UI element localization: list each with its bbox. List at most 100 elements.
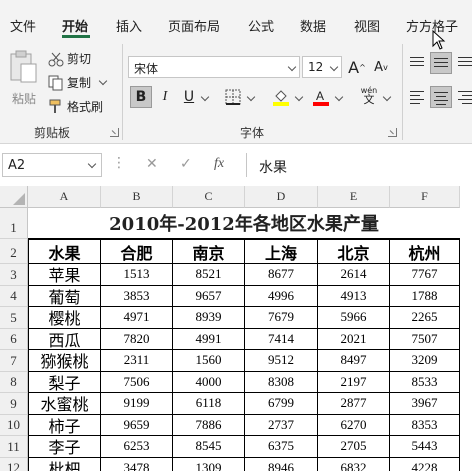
fruit-name-cell[interactable]: 樱桃	[28, 307, 101, 329]
row-header-1[interactable]: 1	[0, 208, 28, 239]
underline-chevron-down-icon[interactable]	[200, 92, 210, 102]
phonetic-chevron-down-icon[interactable]	[382, 92, 392, 102]
value-cell[interactable]: 2311	[101, 350, 173, 372]
borders-button[interactable]	[222, 86, 244, 108]
italic-button[interactable]: I	[154, 86, 176, 108]
align-left-button[interactable]	[406, 86, 428, 108]
value-cell[interactable]: 2021	[318, 328, 390, 350]
value-cell[interactable]: 4000	[173, 371, 245, 393]
value-cell[interactable]: 8497	[318, 350, 390, 372]
row-header-9[interactable]: 9	[0, 393, 28, 415]
value-cell[interactable]: 4228	[390, 457, 460, 471]
value-cell[interactable]: 2705	[318, 436, 390, 458]
row-header-5[interactable]: 5	[0, 307, 28, 329]
value-cell[interactable]: 1309	[173, 457, 245, 471]
cancel-icon[interactable]: ✕	[146, 156, 158, 172]
value-cell[interactable]: 7820	[101, 328, 173, 350]
header-cell[interactable]: 水果	[28, 239, 101, 264]
value-cell[interactable]: 6832	[318, 457, 390, 471]
column-header-c[interactable]: C	[173, 186, 245, 208]
value-cell[interactable]: 2614	[318, 264, 390, 286]
value-cell[interactable]: 8308	[245, 371, 318, 393]
value-cell[interactable]: 9199	[101, 393, 173, 415]
fill-color-chevron-down-icon[interactable]	[294, 92, 304, 102]
value-cell[interactable]: 6799	[245, 393, 318, 415]
header-cell[interactable]: 杭州	[390, 239, 460, 264]
value-cell[interactable]: 3209	[390, 350, 460, 372]
value-cell[interactable]: 9512	[245, 350, 318, 372]
header-cell[interactable]: 合肥	[101, 239, 173, 264]
value-cell[interactable]: 3853	[101, 285, 173, 307]
fruit-name-cell[interactable]: 梨子	[28, 371, 101, 393]
fruit-name-cell[interactable]: 葡萄	[28, 285, 101, 307]
align-top-button[interactable]	[406, 52, 428, 74]
align-middle-button[interactable]	[430, 52, 452, 74]
align-center-button[interactable]	[430, 86, 452, 108]
font-color-chevron-down-icon[interactable]	[334, 92, 344, 102]
value-cell[interactable]: 6118	[173, 393, 245, 415]
value-cell[interactable]: 6270	[318, 414, 390, 436]
tab-insert[interactable]: 插入	[116, 16, 142, 35]
value-cell[interactable]: 1513	[101, 264, 173, 286]
borders-chevron-down-icon[interactable]	[246, 92, 256, 102]
fruit-name-cell[interactable]: 李子	[28, 436, 101, 458]
value-cell[interactable]: 8677	[245, 264, 318, 286]
fruit-name-cell[interactable]: 猕猴桃	[28, 350, 101, 372]
select-all-corner[interactable]	[0, 186, 28, 208]
column-header-f[interactable]: F	[390, 186, 460, 208]
tab-page-layout[interactable]: 页面布局	[168, 16, 220, 35]
bold-button[interactable]: B	[130, 86, 152, 108]
paste-button[interactable]: 粘贴	[6, 48, 40, 108]
header-cell[interactable]: 南京	[173, 239, 245, 264]
row-header-12[interactable]: 12	[0, 457, 28, 471]
underline-button[interactable]: U	[178, 86, 200, 108]
phonetic-guide-button[interactable]: wén 文	[356, 84, 382, 106]
fruit-name-cell[interactable]: 枇杷	[28, 457, 101, 471]
fruit-name-cell[interactable]: 西瓜	[28, 328, 101, 350]
column-header-b[interactable]: B	[101, 186, 173, 208]
copy-button[interactable]: 复制	[48, 74, 108, 91]
sheet-title-cell[interactable]: 2010年-2012年各地区水果产量	[28, 208, 460, 239]
value-cell[interactable]: 7507	[390, 328, 460, 350]
column-header-e[interactable]: E	[318, 186, 390, 208]
row-header-7[interactable]: 7	[0, 350, 28, 372]
value-cell[interactable]: 5966	[318, 307, 390, 329]
font-launcher-icon[interactable]	[388, 128, 397, 137]
worksheet-grid[interactable]: 2010年-2012年各地区水果产量 A B C D E F 1 2 3 4 5 6 7 8 9 10 11 12…	[0, 186, 472, 471]
value-cell[interactable]: 2265	[390, 307, 460, 329]
name-box[interactable]: A2	[2, 153, 102, 177]
value-cell[interactable]: 6253	[101, 436, 173, 458]
value-cell[interactable]: 7506	[101, 371, 173, 393]
value-cell[interactable]: 2197	[318, 371, 390, 393]
grow-font-button[interactable]: A ^	[346, 56, 368, 78]
copy-dropdown-chevron-icon[interactable]	[98, 76, 108, 85]
value-cell[interactable]: 7886	[173, 414, 245, 436]
format-painter-button[interactable]: 格式刷	[48, 98, 103, 115]
insert-function-fx-icon[interactable]: fx	[214, 156, 224, 172]
row-header-11[interactable]: 11	[0, 436, 28, 458]
cut-button[interactable]: 剪切	[48, 50, 91, 67]
value-cell[interactable]: 4996	[245, 285, 318, 307]
value-cell[interactable]: 8521	[173, 264, 245, 286]
value-cell[interactable]: 8353	[390, 414, 460, 436]
value-cell[interactable]: 4971	[101, 307, 173, 329]
tab-formulas[interactable]: 公式	[248, 16, 274, 35]
font-size-combo[interactable]: 12	[302, 56, 342, 78]
value-cell[interactable]: 4913	[318, 285, 390, 307]
value-cell[interactable]: 9659	[101, 414, 173, 436]
row-header-3[interactable]: 3	[0, 264, 28, 286]
value-cell[interactable]: 5443	[390, 436, 460, 458]
value-cell[interactable]: 6375	[245, 436, 318, 458]
clipboard-launcher-icon[interactable]	[110, 128, 119, 137]
tab-view[interactable]: 视图	[354, 16, 380, 35]
header-cell[interactable]: 上海	[245, 239, 318, 264]
column-header-a[interactable]: A	[28, 186, 101, 208]
value-cell[interactable]: 8939	[173, 307, 245, 329]
row-header-8[interactable]: 8	[0, 371, 28, 393]
value-cell[interactable]: 1560	[173, 350, 245, 372]
value-cell[interactable]: 8545	[173, 436, 245, 458]
font-color-button[interactable]: A	[310, 86, 332, 108]
value-cell[interactable]: 2877	[318, 393, 390, 415]
value-cell[interactable]: 1788	[390, 285, 460, 307]
fruit-name-cell[interactable]: 水蜜桃	[28, 393, 101, 415]
